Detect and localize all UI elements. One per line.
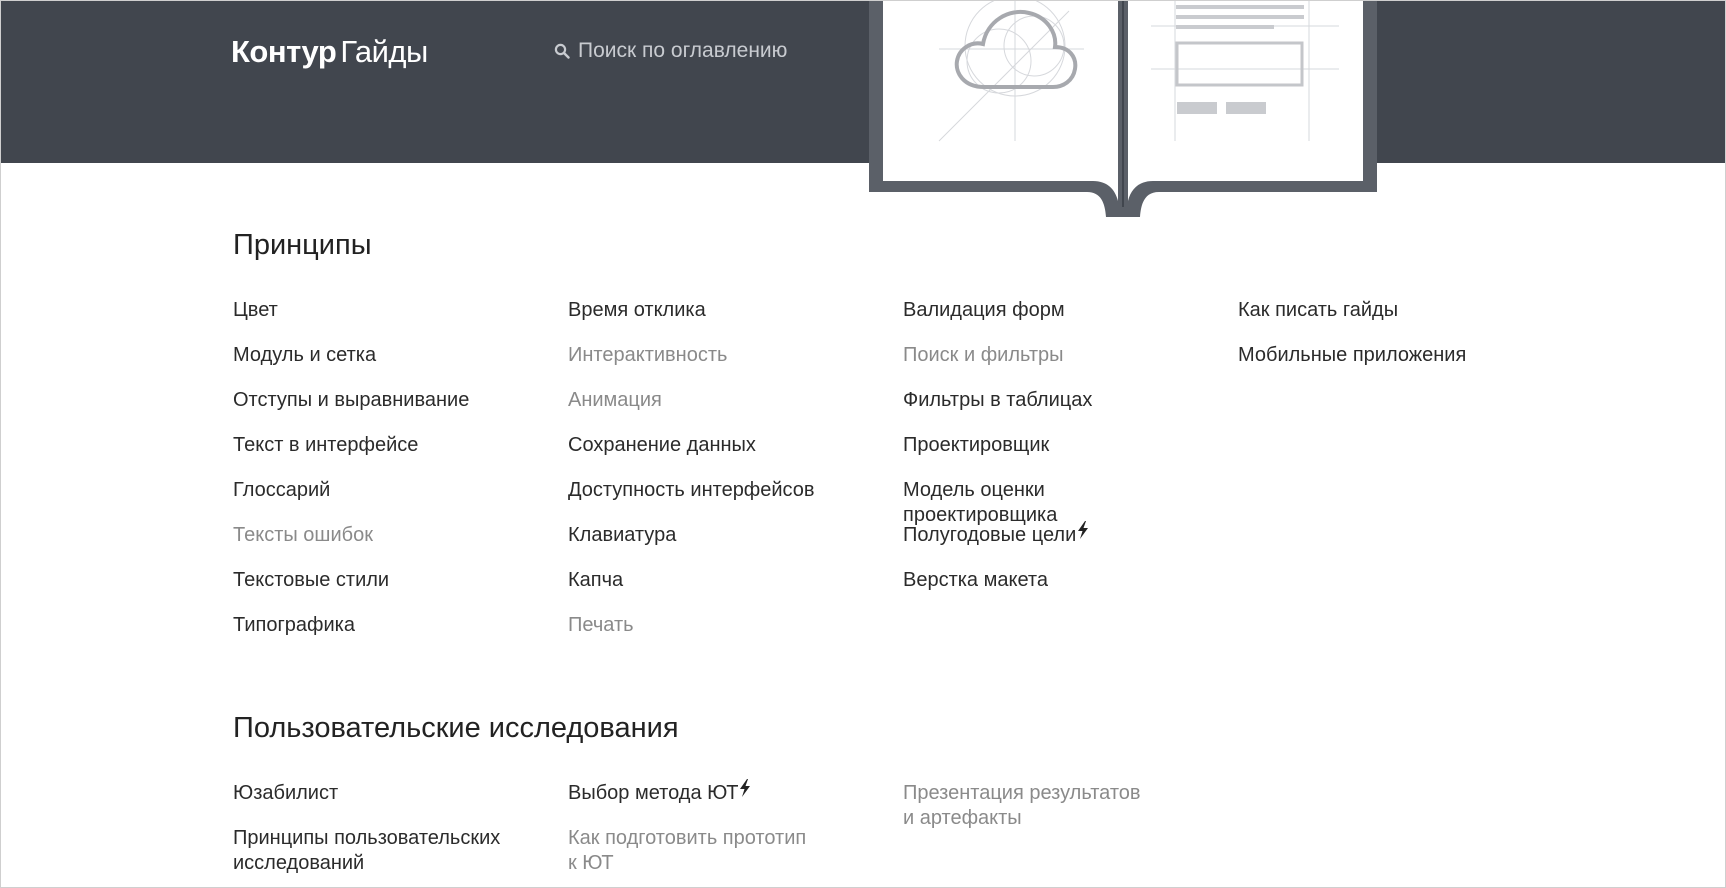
guide-link-line: Принципы пользовательских [233,827,501,849]
section-title-principles: Принципы [233,229,372,261]
guide-link[interactable]: Фильтры в таблицах [903,388,1223,413]
guide-link-label: Юзабилист [233,782,339,804]
guide-link-label: Печать [568,614,634,636]
guide-link[interactable]: Как писать гайды [1238,298,1558,323]
guide-link-label: Текст в интерфейсе [233,434,419,456]
guide-link-line: Как подготовить прототип [568,827,807,849]
logo-guides: Гайды [340,34,428,69]
guide-link[interactable]: Валидация форм [903,298,1223,323]
guide-link[interactable]: Капча [568,568,888,593]
guide-link[interactable]: Поиск и фильтры [903,343,1223,368]
guide-link-label: Доступность интерфейсов [568,479,815,501]
guide-link[interactable]: Проектировщик [903,433,1223,458]
guide-link-label: Цвет [233,299,278,321]
guide-link-label: Время отклика [568,299,706,321]
guide-link-label: Модуль и сетка [233,344,377,366]
guide-link-label: Типографика [233,614,355,636]
guide-link-label: Фильтры в таблицах [903,389,1093,411]
guide-link[interactable]: Типографика [233,613,553,638]
guide-link-label: Поиск и фильтры [903,344,1064,366]
guide-link[interactable]: Мобильные приложения [1238,343,1558,368]
guide-link-label: Отступы и выравнивание [233,389,470,411]
guide-link[interactable]: Анимация [568,388,888,413]
guide-link-label: Полугодовые цели [903,524,1077,546]
guide-link-line: Презентация результатов [903,782,1141,804]
guide-link-label: Выбор метода ЮТ [568,782,739,804]
site-header: Контур Гайды Поиск по оглавлению [1,1,1725,163]
guide-link-label: Текстовые стили [233,569,390,591]
guide-link[interactable]: Выбор метода ЮТ [568,779,888,806]
guide-link-line: и артефакты [903,807,1022,829]
lightning-icon [740,779,751,797]
guide-link[interactable]: Текст в интерфейсе [233,433,553,458]
guide-link-label: Интерактивность [568,344,728,366]
book-illustration [869,1,1377,217]
guide-link-label: Глоссарий [233,479,331,501]
guide-link-label: Тексты ошибок [233,524,373,546]
guide-link[interactable]: Верстка макета [903,568,1223,593]
section-title-research: Пользовательские исследования [233,712,679,744]
guide-link[interactable]: Глоссарий [233,478,553,503]
guide-link[interactable]: Модель оценки проектировщика [903,478,1223,528]
guide-link[interactable]: Тексты ошибок [233,523,553,548]
guide-link-label: Как писать гайды [1238,299,1399,321]
guide-link-label: Сохранение данных [568,434,756,456]
search-toc[interactable]: Поиск по оглавлению [554,39,787,63]
guide-link[interactable]: Доступность интерфейсов [568,478,888,503]
guide-link[interactable]: Как подготовить прототип к ЮТ [568,826,888,876]
search-placeholder: Поиск по оглавлению [578,39,788,62]
guide-link[interactable]: Сохранение данных [568,433,888,458]
guide-link[interactable]: Модуль и сетка [233,343,553,368]
guide-link-line: к ЮТ [568,852,614,874]
guide-link[interactable]: Юзабилист [233,781,553,806]
guide-link[interactable]: Клавиатура [568,523,888,548]
guide-link[interactable]: Отступы и выравнивание [233,388,553,413]
guide-link[interactable]: Интерактивность [568,343,888,368]
guide-link[interactable]: Время отклика [568,298,888,323]
guide-link[interactable]: Принципы пользовательских исследований [233,826,553,876]
guide-link[interactable]: Печать [568,613,888,638]
guide-link[interactable]: Презентация результатов и артефакты [903,781,1223,831]
guide-link-label: Проектировщик [903,434,1050,456]
logo-kontur: Контур [231,34,337,69]
guide-link-label: Клавиатура [568,524,677,546]
guide-link-label: Мобильные приложения [1238,344,1467,366]
logo[interactable]: Контур Гайды [231,34,428,70]
guide-link-label: Капча [568,569,624,591]
guide-link-label: Верстка макета [903,569,1048,591]
guide-link[interactable]: Текстовые стили [233,568,553,593]
guide-link-line: исследований [233,852,365,874]
search-icon [554,43,570,59]
guide-link[interactable]: Цвет [233,298,553,323]
guide-link[interactable]: Полугодовые цели [903,521,1223,548]
guide-link-label: Анимация [568,389,662,411]
guide-link-label: Валидация форм [903,299,1065,321]
lightning-icon [1078,521,1089,539]
guide-link-line: Модель оценки [903,479,1045,501]
